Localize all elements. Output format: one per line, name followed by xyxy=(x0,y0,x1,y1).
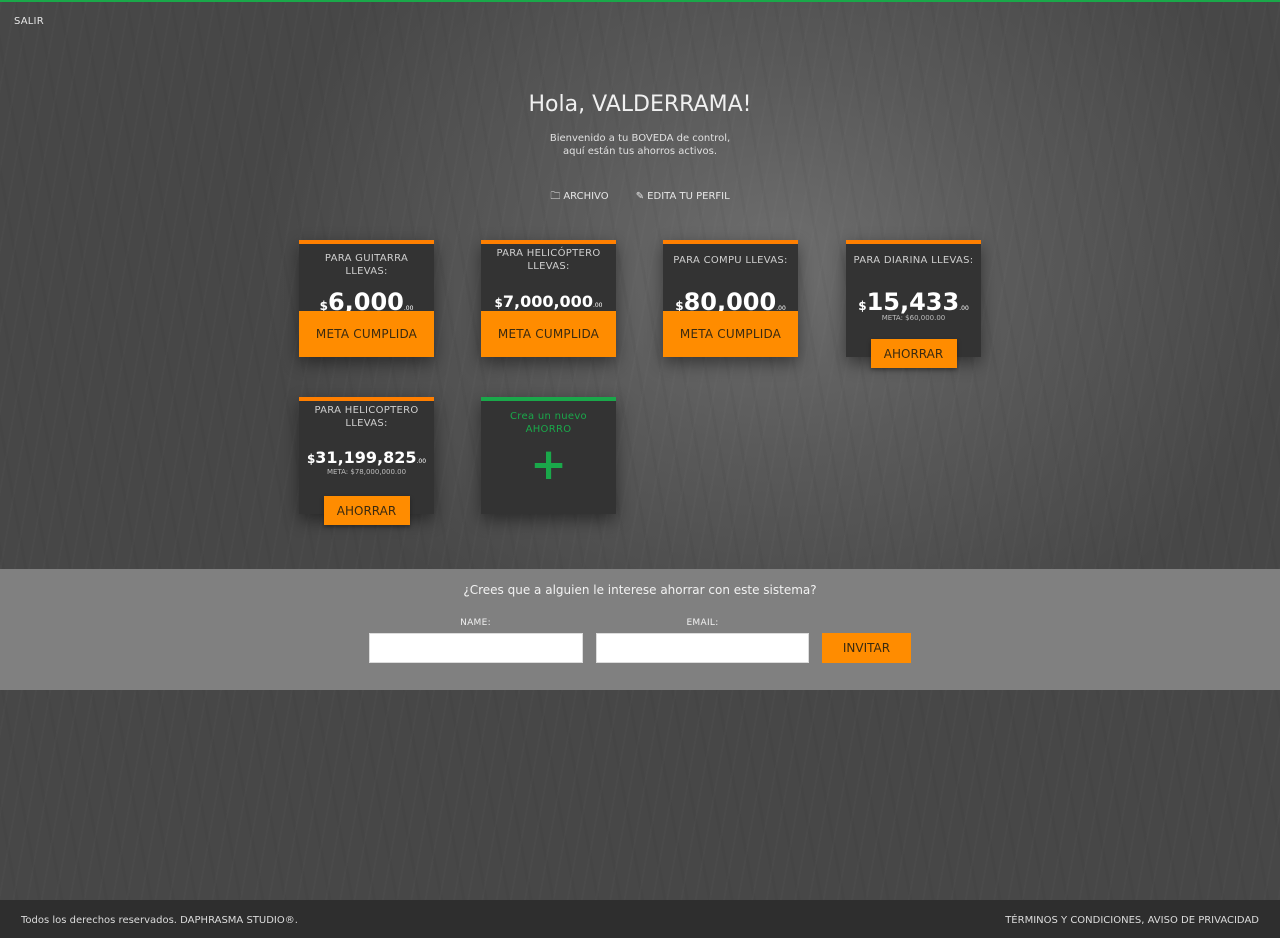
greeting-title: Hola, VALDERRAMA! xyxy=(528,92,752,117)
card-label: PARA DIARINA LLEVAS: xyxy=(853,255,974,266)
savings-card: PARA HELICÓPTERO LLEVAS: $7,000,000.00 M… xyxy=(481,240,616,357)
save-button[interactable]: AHORRAR xyxy=(323,496,410,525)
amount-cents: .00 xyxy=(416,458,427,465)
card-label: PARA COMPU LLEVAS: xyxy=(673,255,788,266)
copyright-text: Todos los derechos reservados. DAPHRASMA… xyxy=(21,915,298,926)
goal-amount: META: $78,000,000.00 xyxy=(326,468,407,476)
amount-cents: .00 xyxy=(592,302,603,309)
savings-card: PARA DIARINA LLEVAS: $15,433.00 META: $6… xyxy=(846,240,981,368)
folder-icon: 🗀 xyxy=(550,191,561,202)
savings-card: PARA GUITARRA LLEVAS: $6,000.00 META CUM… xyxy=(299,240,434,357)
edit-profile-link[interactable]: ✎ EDITA TU PERFIL xyxy=(636,191,730,202)
card-amount: $7,000,000.00 xyxy=(481,292,616,311)
amount-value: 15,433 xyxy=(866,288,960,316)
amount-cents: .00 xyxy=(959,305,969,312)
edit-profile-label: EDITA TU PERFIL xyxy=(647,191,730,202)
card-amount: $15,433.00 xyxy=(846,288,981,316)
amount-value: 31,199,825 xyxy=(315,448,417,467)
savings-card: PARA HELICOPTERO LLEVAS: $31,199,825.00 … xyxy=(299,397,434,525)
edit-icon: ✎ xyxy=(635,191,645,202)
new-savings-card[interactable]: Crea un nuevo AHORRO + xyxy=(481,397,616,514)
new-savings-label: Crea un nuevo AHORRO xyxy=(510,411,587,435)
welcome-line-2: aquí están tus ahorros activos. xyxy=(562,146,717,157)
goal-amount: META: $60,000.00 xyxy=(881,314,946,322)
logout-link[interactable]: SALIR xyxy=(14,16,44,27)
currency-symbol: $ xyxy=(494,296,503,310)
invite-question: ¿Crees que a alguien le interese ahorrar… xyxy=(463,583,817,597)
legal-links[interactable]: TÉRMINOS Y CONDICIONES, AVISO DE PRIVACI… xyxy=(1005,915,1259,926)
welcome-line-1: Bienvenido a tu BOVEDA de control, xyxy=(549,133,731,144)
card-label: PARA HELICÓPTERO LLEVAS: xyxy=(496,248,601,272)
card-label: PARA HELICOPTERO LLEVAS: xyxy=(314,405,419,429)
archive-label: ARCHIVO xyxy=(563,191,609,202)
plus-icon[interactable]: + xyxy=(481,443,616,487)
email-label: EMAIL: xyxy=(686,618,719,628)
profile-links: 🗀 ARCHIVO ✎ EDITA TU PERFIL xyxy=(0,189,1280,206)
name-input[interactable] xyxy=(369,633,583,663)
archive-link[interactable]: 🗀 ARCHIVO xyxy=(550,189,608,206)
card-amount: $31,199,825.00 xyxy=(299,448,434,467)
page: SALIR Hola, VALDERRAMA! Bienvenido a tu … xyxy=(0,0,1280,938)
currency-symbol: $ xyxy=(858,299,867,313)
amount-value: 7,000,000 xyxy=(502,292,593,311)
goal-reached-badge: META CUMPLIDA xyxy=(481,311,616,357)
goal-reached-badge: META CUMPLIDA xyxy=(663,311,798,357)
email-input[interactable] xyxy=(596,633,809,663)
invite-section: ¿Crees que a alguien le interese ahorrar… xyxy=(0,569,1280,690)
save-button[interactable]: AHORRAR xyxy=(870,339,957,368)
name-label: NAME: xyxy=(460,618,491,628)
goal-reached-badge: META CUMPLIDA xyxy=(299,311,434,357)
welcome-text: Bienvenido a tu BOVEDA de control, aquí … xyxy=(0,132,1280,158)
savings-card: PARA COMPU LLEVAS: $80,000.00 META CUMPL… xyxy=(663,240,798,357)
footer: Todos los derechos reservados. DAPHRASMA… xyxy=(0,900,1280,938)
invite-button[interactable]: INVITAR xyxy=(822,633,911,663)
card-label: PARA GUITARRA LLEVAS: xyxy=(324,253,409,277)
